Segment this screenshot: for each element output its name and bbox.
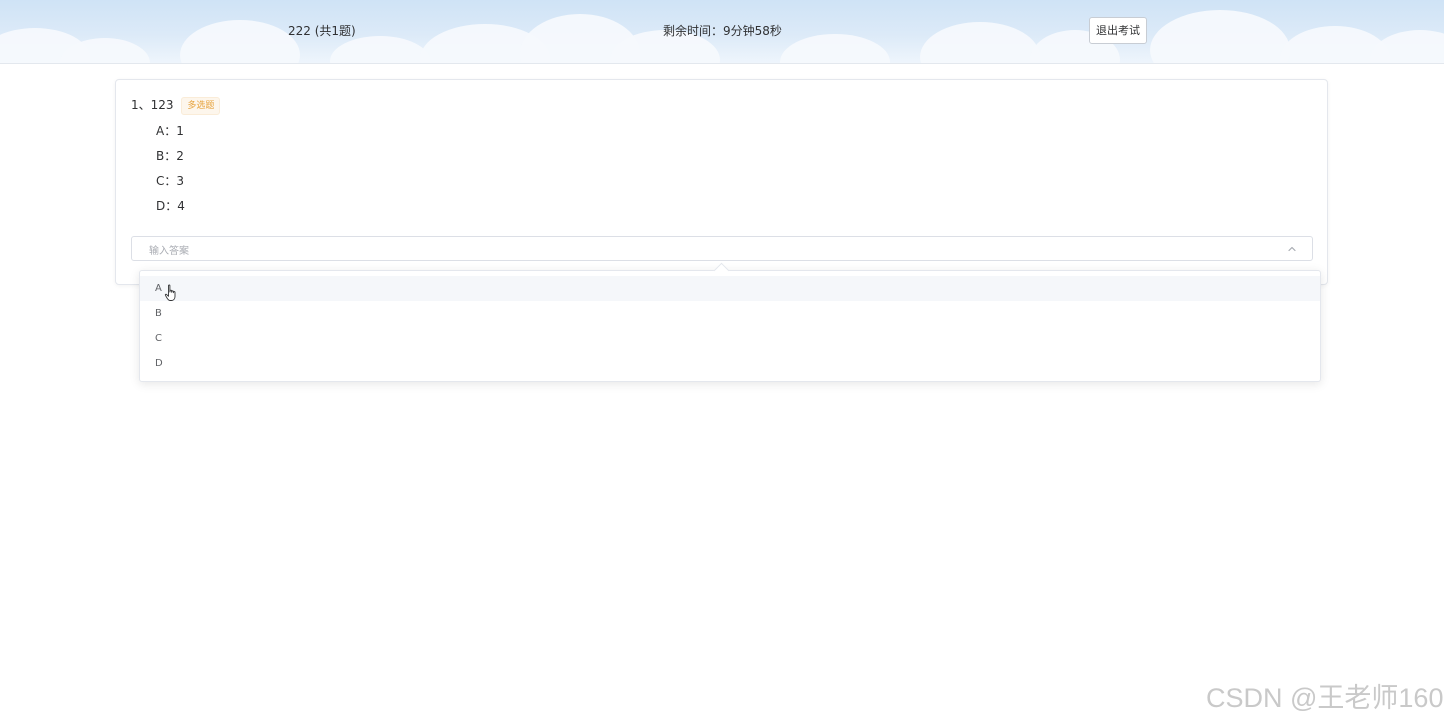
dropdown-option-b[interactable]: B	[140, 301, 1320, 326]
exam-title: 222 (共1题)	[288, 24, 356, 38]
question-type-badge: 多选题	[181, 97, 221, 115]
dropdown-option-c[interactable]: C	[140, 326, 1320, 351]
answer-dropdown: A B C D	[139, 262, 1321, 382]
remaining-time: 剩余时间：9分钟58秒	[663, 24, 782, 38]
question-title: 1、123	[131, 98, 174, 112]
question-option-b: B：2	[156, 149, 184, 163]
question-card: 1、123 多选题 A：1 B：2 C：3 D：4 输入答案	[115, 79, 1328, 285]
dropdown-option-a[interactable]: A	[140, 276, 1320, 301]
cloud-decoration	[1370, 30, 1444, 63]
cloud-decoration	[920, 22, 1040, 63]
cloud-decoration	[780, 34, 890, 63]
watermark: CSDN @王老师160	[1206, 683, 1444, 713]
question-title-row: 1、123 多选题	[131, 96, 221, 115]
cloud-decoration	[330, 36, 430, 63]
cloud-decoration	[1150, 10, 1290, 63]
question-option-a: A：1	[156, 124, 184, 138]
dropdown-option-d[interactable]: D	[140, 351, 1320, 376]
question-option-d: D：4	[156, 199, 185, 213]
answer-select[interactable]: 输入答案	[131, 236, 1313, 261]
question-option-c: C：3	[156, 174, 185, 188]
chevron-up-icon[interactable]	[1286, 243, 1298, 255]
exam-header: 222 (共1题) 剩余时间：9分钟58秒 退出考试	[0, 0, 1444, 64]
hand-pointer-icon	[164, 284, 176, 301]
exit-exam-button[interactable]: 退出考试	[1089, 17, 1147, 44]
answer-select-placeholder: 输入答案	[149, 246, 189, 257]
answer-dropdown-list: A B C D	[140, 276, 1320, 376]
cloud-decoration	[180, 20, 300, 63]
